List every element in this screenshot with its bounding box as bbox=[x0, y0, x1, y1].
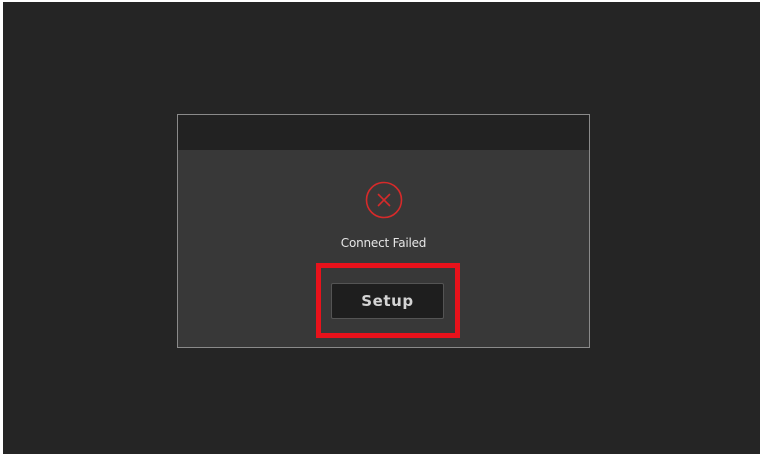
setup-button[interactable]: Setup bbox=[331, 283, 444, 319]
connect-failed-message: Connect Failed bbox=[340, 236, 427, 250]
connect-failed-dialog: Connect Failed Setup bbox=[177, 114, 590, 348]
error-circle-x-icon bbox=[365, 181, 403, 219]
app-background: Connect Failed Setup bbox=[3, 2, 760, 454]
dialog-titlebar bbox=[178, 115, 589, 150]
